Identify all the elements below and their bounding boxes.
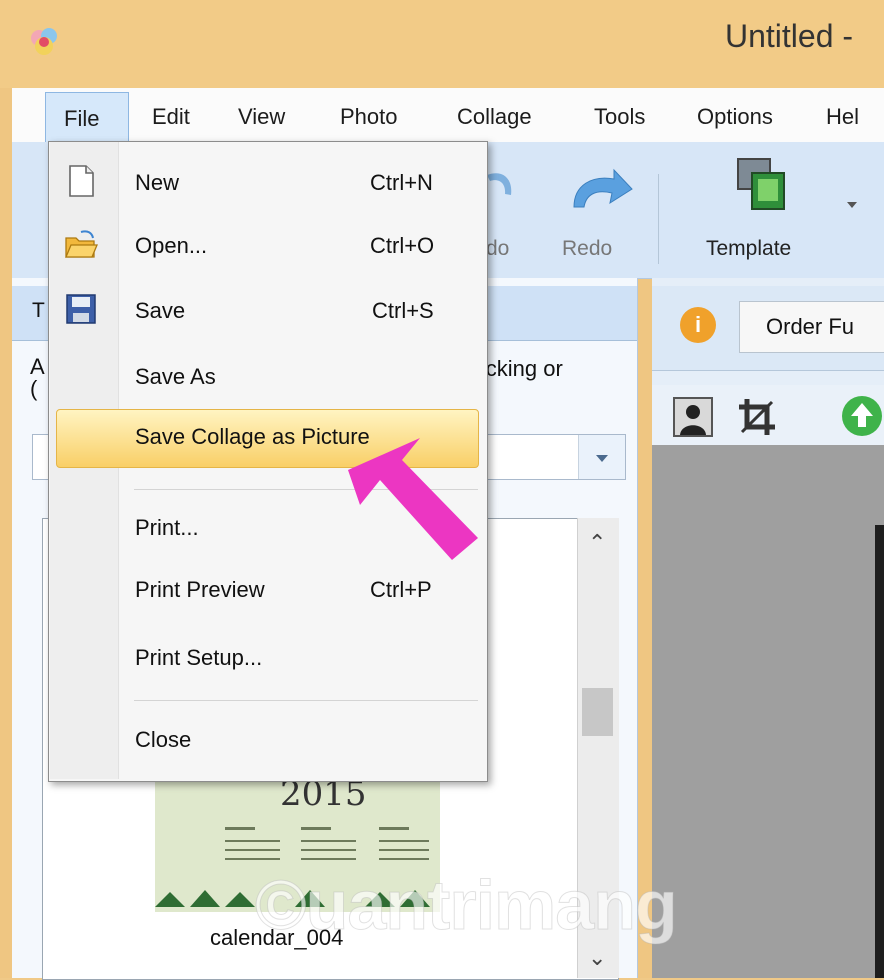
scroll-down-icon[interactable]: ⌄: [588, 945, 606, 971]
new-document-icon: [69, 165, 94, 197]
save-disk-icon: [66, 294, 96, 324]
template-label: Template: [706, 237, 792, 260]
menu-shortcut-save: Ctrl+S: [372, 298, 434, 323]
menu-photo[interactable]: Photo: [340, 104, 398, 130]
app-flower-icon: [31, 28, 57, 55]
app-window: Untitled - File Edit View Photo Collage …: [0, 0, 884, 980]
scroll-up-icon[interactable]: ⌃: [588, 530, 606, 556]
menu-edit[interactable]: Edit: [152, 104, 190, 130]
template-icon[interactable]: [734, 155, 790, 220]
panel-note-left: A (: [30, 354, 45, 401]
order-button-label: Order Fu: [766, 314, 855, 339]
menu-file[interactable]: File: [45, 92, 129, 143]
open-folder-icon: [65, 230, 98, 258]
info-icon: i: [680, 307, 716, 343]
crop-icon[interactable]: [737, 397, 777, 437]
panel-header-text: T: [32, 299, 45, 322]
collage-page-edge: [875, 525, 884, 978]
redo-icon[interactable]: [562, 165, 634, 221]
menu-tools[interactable]: Tools: [594, 104, 645, 130]
menu-item-print-preview[interactable]: Print Preview: [135, 577, 265, 603]
person-icon[interactable]: [673, 397, 713, 437]
order-button[interactable]: Order Fu: [739, 301, 884, 353]
menu-item-close[interactable]: Close: [135, 727, 191, 753]
menu-shortcut-new: Ctrl+N: [370, 170, 433, 195]
menu-help[interactable]: Hel: [826, 104, 859, 130]
menu-item-save-as[interactable]: Save As: [135, 364, 216, 390]
window-title: Untitled -: [725, 18, 854, 54]
menu-item-new[interactable]: New: [135, 170, 179, 196]
menu-item-print-setup[interactable]: Print Setup...: [135, 645, 262, 671]
combo-dropdown-button[interactable]: [578, 435, 625, 479]
menu-shortcut-print-preview: Ctrl+P: [370, 577, 432, 602]
collage-canvas[interactable]: [652, 445, 884, 978]
menu-separator: [134, 700, 478, 701]
template-dropdown-icon[interactable]: [847, 202, 857, 208]
title-bar: Untitled -: [0, 0, 884, 88]
watermark: ©uantrimang: [255, 866, 679, 945]
menu-item-print[interactable]: Print...: [135, 515, 199, 541]
toolbar-separator: [658, 174, 659, 264]
scroll-thumb[interactable]: [582, 688, 613, 736]
menu-file-label: File: [64, 106, 100, 131]
menu-options[interactable]: Options: [697, 104, 773, 130]
menu-collage[interactable]: Collage: [457, 104, 532, 130]
menu-item-save[interactable]: Save: [135, 298, 185, 324]
undo-label: do: [486, 237, 510, 260]
redo-label: Redo: [562, 237, 613, 260]
pointer-arrow-icon: [348, 438, 478, 560]
menu-item-open[interactable]: Open...: [135, 233, 207, 259]
arrow-up-icon[interactable]: [840, 394, 884, 438]
chevron-down-icon: [596, 455, 608, 462]
menu-shortcut-open: Ctrl+O: [370, 233, 435, 258]
menu-view[interactable]: View: [238, 104, 285, 130]
undo-icon[interactable]: [485, 165, 515, 221]
